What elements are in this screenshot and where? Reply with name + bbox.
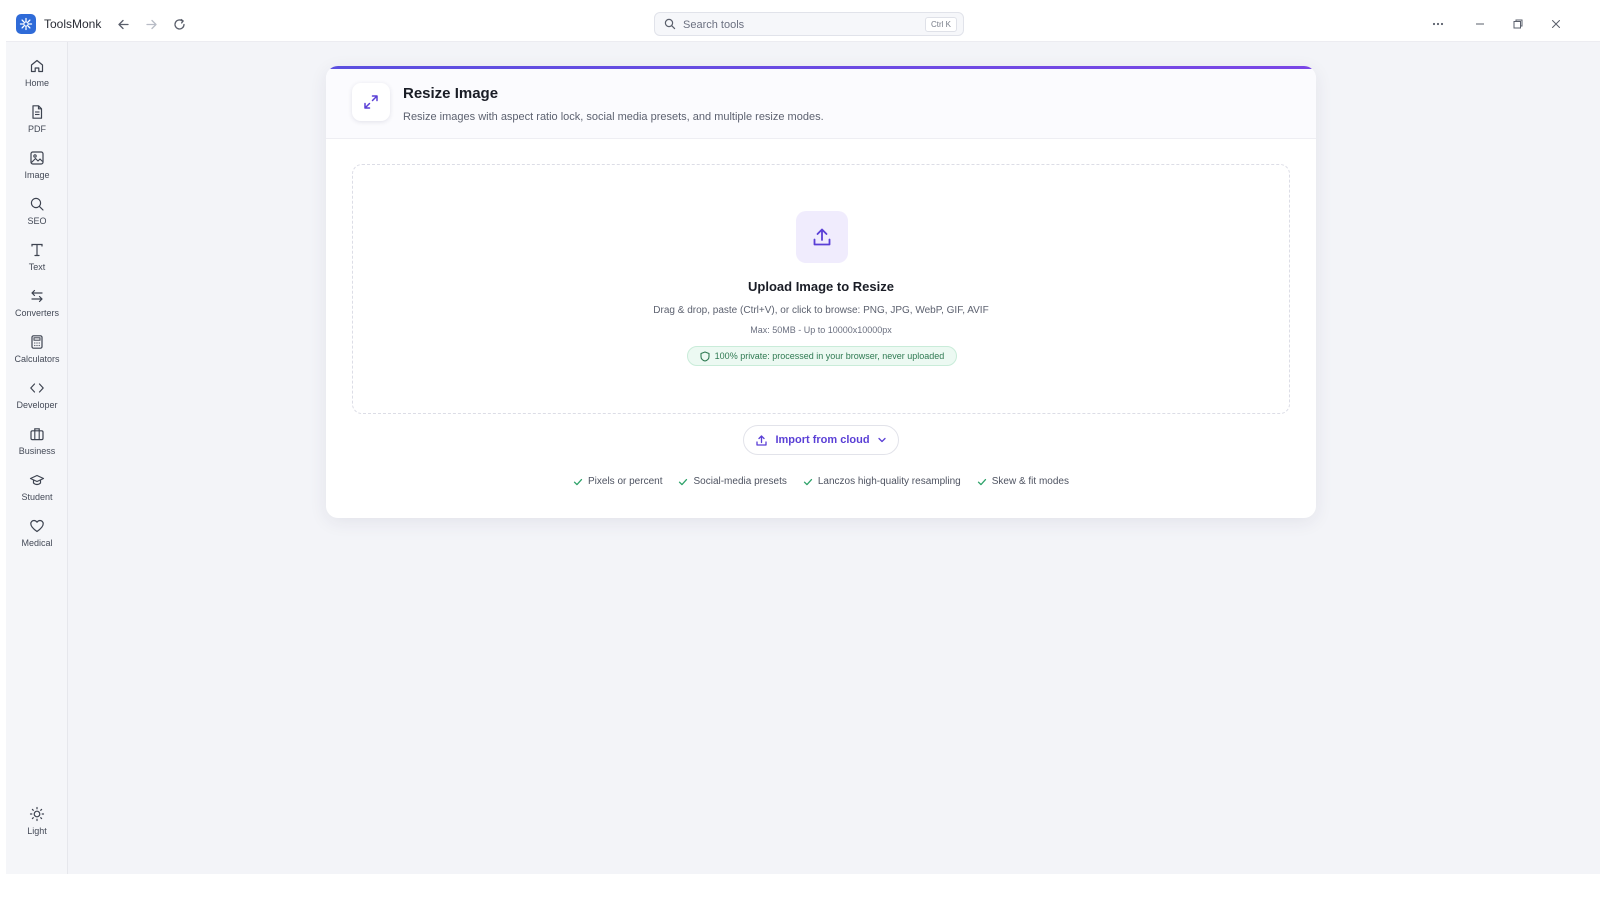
search-icon xyxy=(30,197,44,211)
heart-icon xyxy=(30,519,44,533)
sidebar-item-label: Medical xyxy=(21,538,53,548)
forward-button[interactable] xyxy=(141,14,161,34)
close-button[interactable] xyxy=(1546,14,1566,34)
sidebar-item-calculators[interactable]: Calculators xyxy=(6,334,68,374)
calculator-icon xyxy=(31,335,43,349)
sidebar-item-label: PDF xyxy=(28,124,46,134)
search-icon xyxy=(664,18,676,30)
image-icon xyxy=(30,151,44,165)
sidebar-item-label: Student xyxy=(21,492,53,502)
feature-list: Pixels or percent Social-media presets L… xyxy=(326,476,1316,487)
feature-item: Skew & fit modes xyxy=(977,476,1069,487)
restore-icon xyxy=(1513,19,1523,29)
sidebar-item-pdf[interactable]: PDF xyxy=(6,104,68,144)
sidebar-item-label: SEO xyxy=(27,216,47,226)
sidebar-item-seo[interactable]: SEO xyxy=(6,196,68,236)
title-bar: ToolsMonk Search tools Ctrl K xyxy=(6,6,1600,42)
reload-icon xyxy=(173,18,185,30)
type-icon xyxy=(31,243,43,257)
more-options-button[interactable] xyxy=(1428,14,1448,34)
minimize-icon xyxy=(1476,23,1484,25)
feature-item: Social-media presets xyxy=(678,476,787,487)
search-placeholder: Search tools xyxy=(683,19,745,31)
chevron-down-icon xyxy=(877,437,886,443)
check-icon xyxy=(977,478,986,485)
page-title: Resize Image xyxy=(403,85,499,102)
close-icon xyxy=(1552,20,1560,28)
search-shortcut-badge: Ctrl K xyxy=(925,17,957,32)
upload-icon xyxy=(796,211,848,263)
check-icon xyxy=(679,478,688,485)
restore-button[interactable] xyxy=(1508,14,1528,34)
sidebar-item-converters[interactable]: Converters xyxy=(6,288,68,328)
privacy-text: 100% private: processed in your browser,… xyxy=(714,351,945,361)
graduation-cap-icon xyxy=(29,474,45,486)
briefcase-icon xyxy=(30,428,44,441)
sidebar-item-label: Converters xyxy=(14,308,59,318)
tool-header: Resize Image Resize images with aspect r… xyxy=(326,69,1316,139)
app-title: ToolsMonk xyxy=(44,17,102,31)
check-icon xyxy=(803,478,813,485)
upload-dropzone[interactable]: Upload Image to Resize Drag & drop, past… xyxy=(352,164,1290,414)
app-logo-icon xyxy=(16,14,36,34)
sidebar-item-student[interactable]: Student xyxy=(6,472,68,512)
import-from-cloud-button[interactable]: Import from cloud xyxy=(743,425,899,455)
import-button-label: Import from cloud xyxy=(775,434,870,446)
sidebar-item-medical[interactable]: Medical xyxy=(6,518,68,558)
upload-title: Upload Image to Resize xyxy=(748,279,894,294)
sidebar-item-business[interactable]: Business xyxy=(6,426,68,466)
search-input[interactable]: Search tools Ctrl K xyxy=(654,12,964,36)
arrow-right-icon xyxy=(145,19,157,29)
home-icon xyxy=(30,59,44,73)
resize-tool-card: Resize Image Resize images with aspect r… xyxy=(326,66,1316,518)
feature-item: Lanczos high-quality resampling xyxy=(803,476,961,487)
upload-icon xyxy=(756,434,768,446)
resize-icon xyxy=(352,83,390,121)
theme-toggle-button[interactable]: Light xyxy=(6,806,68,846)
sidebar-item-label: Calculators xyxy=(14,354,60,364)
sidebar-item-label: Image xyxy=(24,170,50,180)
feature-label: Social-media presets xyxy=(693,476,787,487)
minimize-button[interactable] xyxy=(1470,14,1490,34)
swap-icon xyxy=(31,289,43,303)
reload-button[interactable] xyxy=(169,14,189,34)
app-window: ToolsMonk Search tools Ctrl K Home PDF I… xyxy=(6,6,1600,874)
sidebar-item-label: Business xyxy=(18,446,56,456)
sidebar: Home PDF Image SEO Text Converters Calcu… xyxy=(6,42,68,874)
check-icon xyxy=(573,478,583,485)
sidebar-item-text[interactable]: Text xyxy=(6,242,68,282)
sidebar-item-home[interactable]: Home xyxy=(6,58,68,98)
sidebar-item-image[interactable]: Image xyxy=(6,150,68,190)
more-horizontal-icon xyxy=(1432,22,1444,26)
page-description: Resize images with aspect ratio lock, so… xyxy=(403,111,824,123)
arrow-left-icon xyxy=(117,19,129,29)
feature-label: Pixels or percent xyxy=(588,476,663,487)
feature-label: Lanczos high-quality resampling xyxy=(817,476,961,487)
code-icon xyxy=(30,383,44,393)
sidebar-item-developer[interactable]: Developer xyxy=(6,380,68,420)
shield-icon xyxy=(700,350,710,362)
feature-item: Pixels or percent xyxy=(573,476,662,487)
sidebar-item-label: Text xyxy=(28,262,46,272)
upload-description: Drag & drop, paste (Ctrl+V), or click to… xyxy=(653,305,989,316)
privacy-badge: 100% private: processed in your browser,… xyxy=(687,346,957,366)
file-icon xyxy=(32,105,43,119)
sidebar-item-label: Developer xyxy=(16,400,58,410)
sidebar-item-label: Home xyxy=(24,78,49,88)
feature-label: Skew & fit modes xyxy=(991,476,1069,487)
upload-limits: Max: 50MB - Up to 10000x10000px xyxy=(750,325,892,335)
theme-toggle-label: Light xyxy=(27,826,47,836)
back-button[interactable] xyxy=(113,14,133,34)
sun-icon xyxy=(29,806,45,822)
